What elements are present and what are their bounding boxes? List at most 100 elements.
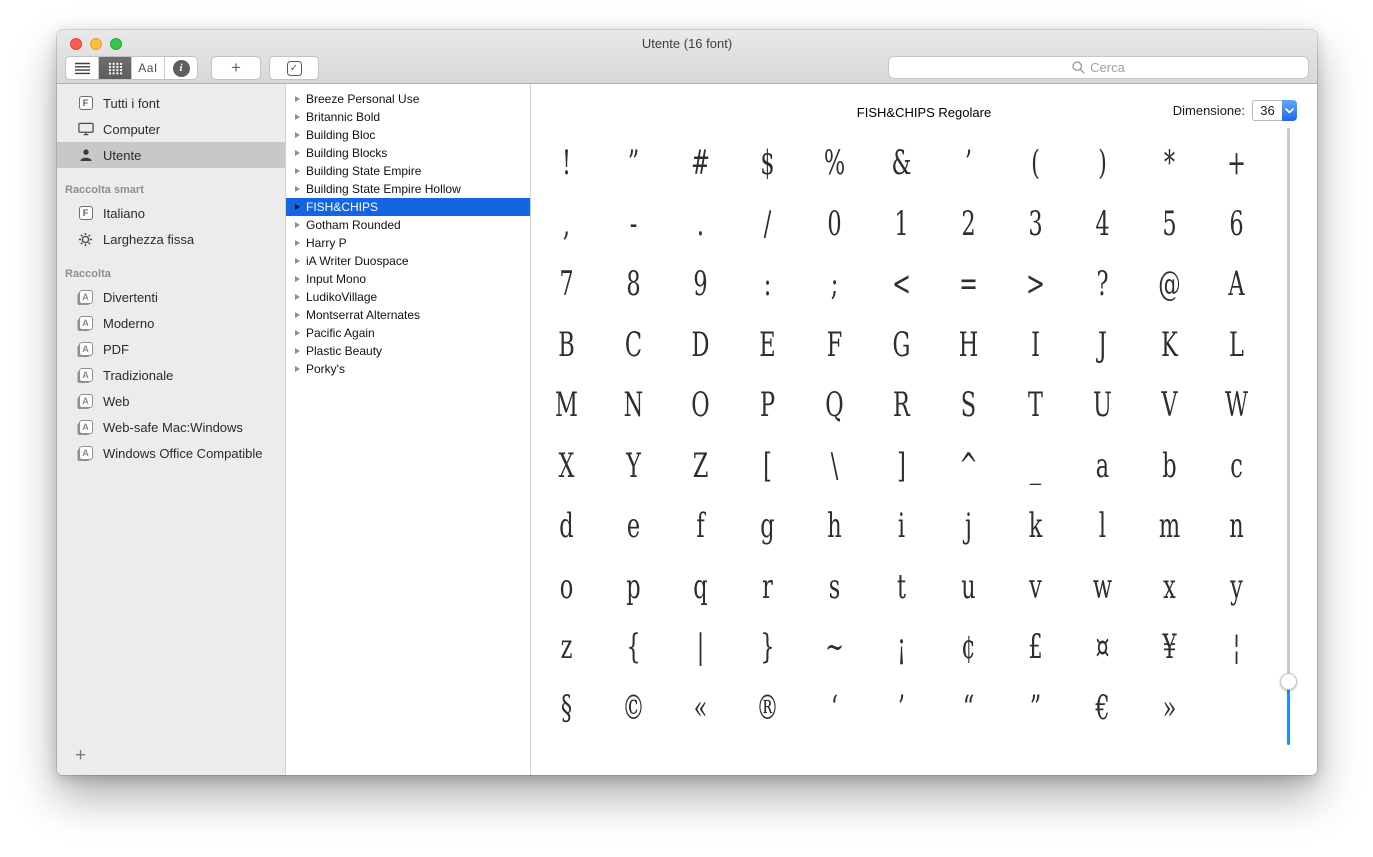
sidebar-item-utente[interactable]: Utente	[57, 142, 285, 168]
font-list-item-input-mono[interactable]: Input Mono	[286, 270, 530, 288]
font-name: Harry P	[306, 236, 347, 250]
glyph-cell: ¤	[1095, 627, 1110, 668]
font-list-item-building-state-empire-hollow[interactable]: Building State Empire Hollow	[286, 180, 530, 198]
disclosure-triangle-icon[interactable]	[295, 276, 300, 282]
glyph-cell: M	[555, 385, 578, 426]
glyph-cell: S	[960, 385, 977, 426]
list-view-icon	[74, 62, 91, 75]
glyph-cell: £	[1028, 627, 1043, 668]
grid-view-button[interactable]	[99, 57, 132, 79]
glyph-cell: )	[1098, 143, 1107, 184]
search-field[interactable]: Cerca	[888, 56, 1309, 79]
sidebar-item-web-safe-mac-windows[interactable]: A Web-safe Mac:Windows	[57, 414, 285, 440]
view-mode-segmented-control: AaI i	[65, 56, 198, 80]
sidebar-item-tutti-i-font[interactable]: F Tutti i font	[57, 90, 285, 116]
sidebar-item-label: Larghezza fissa	[103, 231, 195, 247]
add-collection-button[interactable]: +	[75, 745, 86, 767]
glyph-cell: o	[559, 566, 574, 607]
info-icon: i	[172, 59, 190, 77]
glyph-cell: 6	[1229, 203, 1244, 244]
disclosure-triangle-icon[interactable]	[295, 312, 300, 318]
add-font-button[interactable]: +	[211, 56, 261, 80]
glyph-cell: d	[559, 506, 574, 547]
info-view-button[interactable]: i	[165, 57, 197, 79]
disclosure-triangle-icon[interactable]	[295, 204, 300, 210]
sidebar-item-label: Computer	[103, 121, 161, 137]
glyph-cell: Y	[626, 445, 641, 486]
glyph-cell: L	[1229, 324, 1244, 365]
sidebar-item-pdf[interactable]: A PDF	[57, 336, 285, 362]
glyph-cell: ®	[756, 687, 779, 728]
glyph-cell: e	[626, 506, 641, 547]
disclosure-triangle-icon[interactable]	[295, 168, 300, 174]
glyph-cell: q	[693, 566, 708, 607]
glyph-cell: ‘	[830, 687, 839, 728]
sample-text-view-button[interactable]: AaI	[132, 57, 165, 79]
sidebar-item-web[interactable]: A Web	[57, 388, 285, 414]
disclosure-triangle-icon[interactable]	[295, 222, 300, 228]
glyph-cell: {	[626, 627, 641, 668]
sidebar-item-tradizionale[interactable]: A Tradizionale	[57, 362, 285, 388]
size-dropdown-button[interactable]	[1282, 100, 1297, 121]
font-list-item-britannic-bold[interactable]: Britannic Bold	[286, 108, 530, 126]
sidebar-item-italiano[interactable]: F Italiano	[57, 200, 285, 226]
disclosure-triangle-icon[interactable]	[295, 186, 300, 192]
size-slider-thumb[interactable]	[1280, 673, 1297, 690]
glyph-cell: +	[1227, 143, 1246, 184]
glyph-cell: R	[893, 385, 910, 426]
glyph-cell: ’	[897, 687, 906, 728]
sidebar-item-windows-office-compatible[interactable]: A Windows Office Compatible	[57, 440, 285, 466]
font-list-item-plastic-beauty[interactable]: Plastic Beauty	[286, 342, 530, 360]
glyph-cell: .	[696, 203, 705, 244]
disclosure-triangle-icon[interactable]	[295, 132, 300, 138]
disclosure-triangle-icon[interactable]	[295, 366, 300, 372]
glyph-cell: g	[760, 506, 775, 547]
disclosure-triangle-icon[interactable]	[295, 348, 300, 354]
font-box-icon: F	[77, 206, 94, 220]
font-list-item-building-bloc[interactable]: Building Bloc	[286, 126, 530, 144]
disclosure-triangle-icon[interactable]	[295, 150, 300, 156]
font-list-item-ludikovillage[interactable]: LudikoVillage	[286, 288, 530, 306]
font-list-item-pacific-again[interactable]: Pacific Again	[286, 324, 530, 342]
disclosure-triangle-icon[interactable]	[295, 96, 300, 102]
font-list-item-breeze-personal-use[interactable]: Breeze Personal Use	[286, 90, 530, 108]
sidebar-item-divertenti[interactable]: A Divertenti	[57, 284, 285, 310]
disclosure-triangle-icon[interactable]	[295, 294, 300, 300]
font-box-icon: F	[77, 96, 94, 110]
disclosure-triangle-icon[interactable]	[295, 330, 300, 336]
glyph-cell: 1	[894, 203, 909, 244]
disclosure-triangle-icon[interactable]	[295, 240, 300, 246]
font-list-item-building-state-empire[interactable]: Building State Empire	[286, 162, 530, 180]
sidebar-item-computer[interactable]: Computer	[57, 116, 285, 142]
font-list-item-harry-p[interactable]: Harry P	[286, 234, 530, 252]
validate-font-button[interactable]: ✓	[269, 56, 319, 80]
glyph-cell: s	[828, 566, 841, 607]
font-name: Building State Empire Hollow	[306, 182, 461, 196]
glyph-cell: c	[1230, 445, 1243, 486]
glyph-cell: z	[560, 627, 573, 668]
font-list-item-porky-s[interactable]: Porky's	[286, 360, 530, 378]
font-list-item-ia-writer-duospace[interactable]: iA Writer Duospace	[286, 252, 530, 270]
glyph-cell: @	[1158, 264, 1181, 305]
font-list-item-fish-chips[interactable]: FISH&CHIPS	[286, 198, 530, 216]
glyph-cell: w	[1092, 566, 1113, 607]
disclosure-triangle-icon[interactable]	[295, 114, 300, 120]
window-title: Utente (16 font)	[641, 36, 733, 51]
glyph-cell: O	[691, 385, 710, 426]
disclosure-triangle-icon[interactable]	[295, 258, 300, 264]
sidebar-item-moderno[interactable]: A Moderno	[57, 310, 285, 336]
glyph-cell: h	[827, 506, 842, 547]
sidebar-item-label: Divertenti	[103, 289, 158, 305]
list-view-button[interactable]	[66, 57, 99, 79]
glyph-cell: }	[760, 627, 775, 668]
font-name: Building State Empire	[306, 164, 422, 178]
font-name: Input Mono	[306, 272, 367, 286]
size-slider[interactable]	[1280, 128, 1297, 745]
sidebar-item-larghezza-fissa[interactable]: Larghezza fissa	[57, 226, 285, 252]
size-value[interactable]: 36	[1252, 100, 1282, 121]
font-list-item-gotham-rounded[interactable]: Gotham Rounded	[286, 216, 530, 234]
font-list-item-building-blocks[interactable]: Building Blocks	[286, 144, 530, 162]
glyph-cell: [	[763, 445, 772, 486]
glyph-cell: n	[1229, 506, 1244, 547]
font-list-item-montserrat-alternates[interactable]: Montserrat Alternates	[286, 306, 530, 324]
